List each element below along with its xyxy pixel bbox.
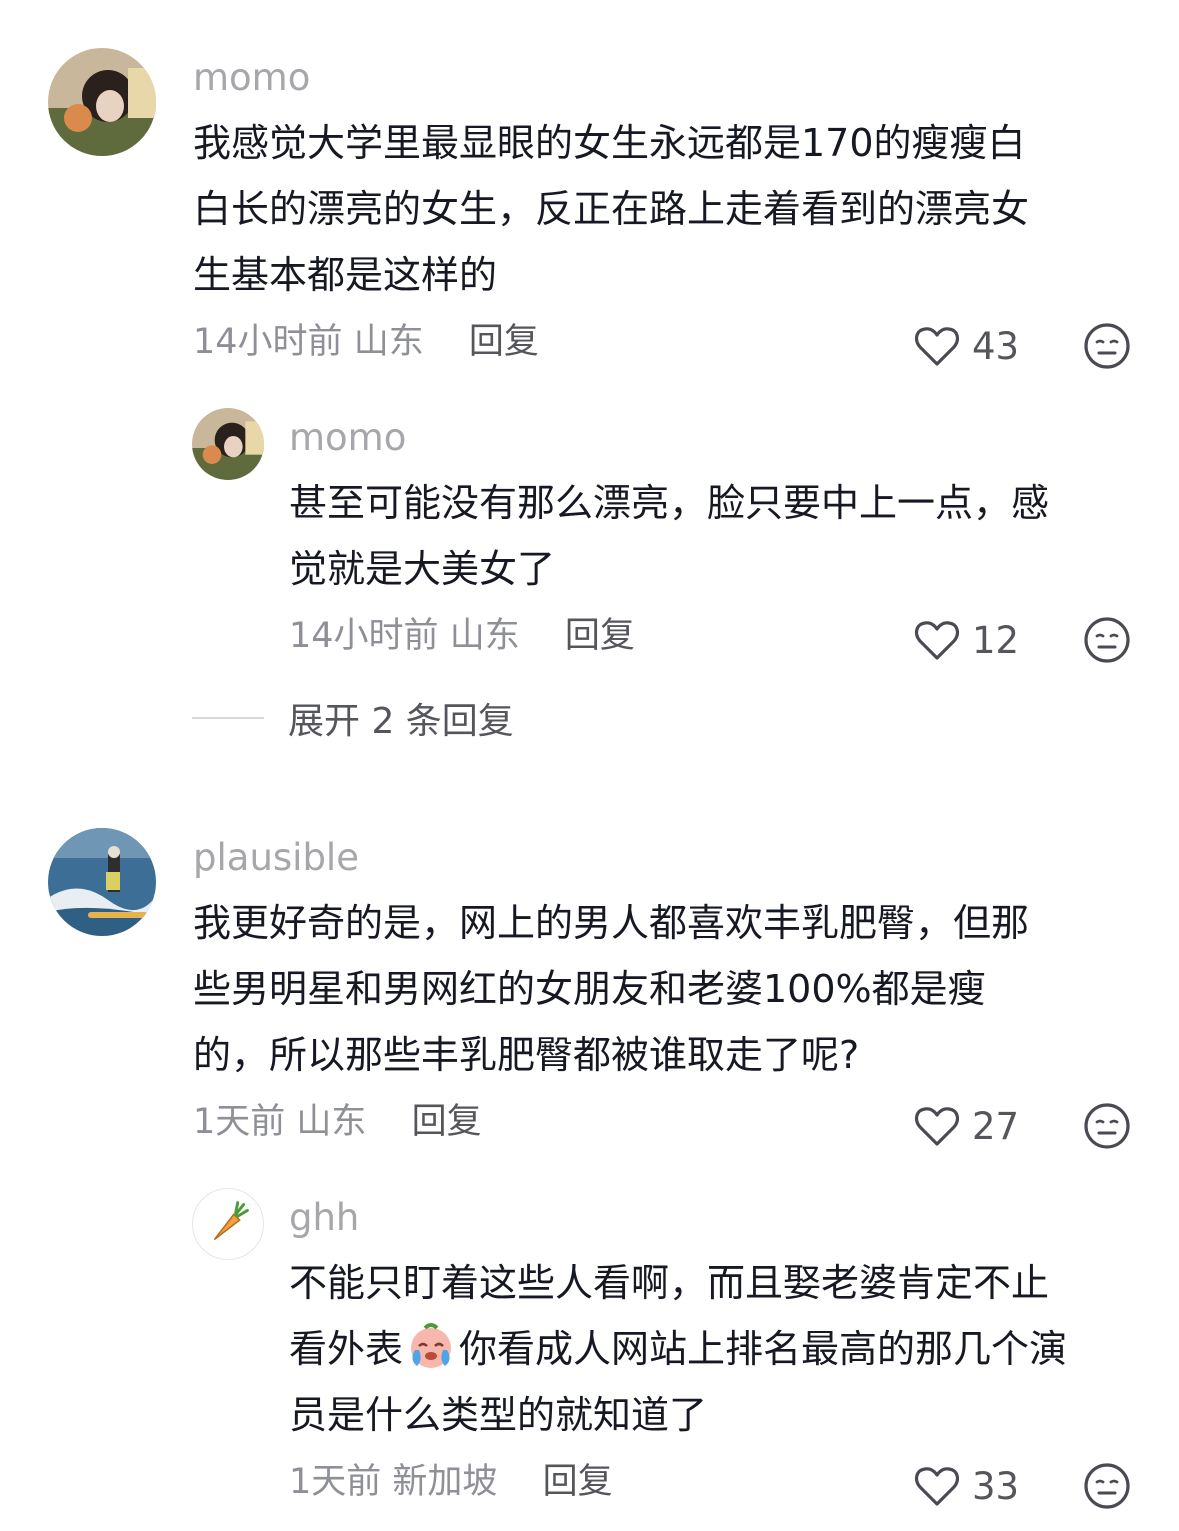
comment-text: 我更好奇的是，网上的男人都喜欢丰乳肥臀，但那 些男明星和男网红的女朋友和老婆10… xyxy=(193,890,1133,1088)
text-line: 甚至可能没有那么漂亮，脸只要中上一点，感 xyxy=(289,481,1050,525)
heart-outline-icon xyxy=(914,1107,960,1146)
avatar[interactable] xyxy=(192,1188,264,1260)
comment-username[interactable]: plausible xyxy=(193,836,359,880)
comment-username[interactable]: momo xyxy=(289,416,406,460)
meh-face-icon[interactable] xyxy=(1083,616,1131,664)
text-line: 生基本都是这样的 xyxy=(193,253,498,297)
comment-username[interactable]: ghh xyxy=(289,1196,359,1240)
avatar[interactable] xyxy=(48,828,156,936)
divider xyxy=(192,717,264,719)
meh-face-icon[interactable] xyxy=(1083,1462,1131,1510)
like-button[interactable]: 33 xyxy=(914,1458,1019,1514)
heart-outline-icon xyxy=(914,621,960,660)
expand-replies-button[interactable]: 展开 2 条回复 xyxy=(192,694,514,742)
like-count: 33 xyxy=(972,1464,1020,1508)
comment-time: 1天前 xyxy=(289,1462,382,1502)
comment-text: 甚至可能没有那么漂亮，脸只要中上一点，感 觉就是大美女了 xyxy=(289,470,1139,602)
reply-button[interactable]: 回复 xyxy=(543,1462,613,1502)
meh-face-icon[interactable] xyxy=(1083,322,1131,370)
carrot-icon xyxy=(213,1201,249,1241)
text-line: 员是什么类型的就知道了 xyxy=(289,1393,708,1437)
comment-meta: 1天前 山东 回复 xyxy=(193,1100,482,1144)
text-line: 的，所以那些丰乳肥臀都被谁取走了呢? xyxy=(193,1033,860,1077)
comment-meta: 14小时前 山东 回复 xyxy=(289,614,635,658)
text-line: 我感觉大学里最显眼的女生永远都是170的瘦瘦白 xyxy=(193,121,1026,165)
text-line: 不能只盯着这些人看啊，而且娶老婆肯定不止 xyxy=(289,1261,1050,1305)
comment-location: 山东 xyxy=(296,1102,367,1142)
reply-button[interactable]: 回复 xyxy=(469,322,539,362)
like-count: 12 xyxy=(972,618,1020,662)
comment-location: 山东 xyxy=(449,616,520,656)
text-line: 我更好奇的是，网上的男人都喜欢丰乳肥臀，但那 xyxy=(193,901,1030,945)
like-count: 27 xyxy=(972,1104,1020,1148)
expand-replies-label: 展开 2 条回复 xyxy=(288,701,514,742)
text-line: 看外表 你看成人网站上排名最高的那几个演 xyxy=(289,1316,1149,1382)
comment-text: 不能只盯着这些人看啊，而且娶老婆肯定不止 看外表 你看成人网站上排名最高的那几个演… xyxy=(289,1250,1149,1448)
like-count: 43 xyxy=(972,324,1020,368)
reply-button[interactable]: 回复 xyxy=(565,616,635,656)
heart-outline-icon xyxy=(914,1467,960,1506)
reply-button[interactable]: 回复 xyxy=(412,1102,482,1142)
avatar[interactable] xyxy=(48,48,156,156)
text-line: 觉就是大美女了 xyxy=(289,547,556,591)
comment-text: 我感觉大学里最显眼的女生永远都是170的瘦瘦白 白长的漂亮的女生，反正在路上走着… xyxy=(193,110,1133,308)
avatar[interactable] xyxy=(192,408,264,480)
comment-username[interactable]: momo xyxy=(193,56,310,100)
comment-meta: 1天前 新加坡 回复 xyxy=(289,1460,613,1504)
text-line: 白长的漂亮的女生，反正在路上走着看到的漂亮女 xyxy=(193,187,1030,231)
heart-outline-icon xyxy=(914,327,960,366)
comment-meta: 14小时前 山东 回复 xyxy=(193,320,539,364)
like-button[interactable]: 43 xyxy=(914,318,1019,374)
like-button[interactable]: 27 xyxy=(914,1098,1019,1154)
like-button[interactable]: 12 xyxy=(914,612,1019,668)
text-line: 些男明星和男网红的女朋友和老婆100%都是瘦 xyxy=(193,967,986,1011)
comment-time: 14小时前 xyxy=(289,616,439,656)
meh-face-icon[interactable] xyxy=(1083,1102,1131,1150)
comment-time: 1天前 xyxy=(193,1102,286,1142)
comment-location: 新加坡 xyxy=(392,1462,498,1502)
comment-location: 山东 xyxy=(353,322,424,362)
comment-time: 14小时前 xyxy=(193,322,343,362)
crying-face-emoji xyxy=(411,1323,452,1368)
